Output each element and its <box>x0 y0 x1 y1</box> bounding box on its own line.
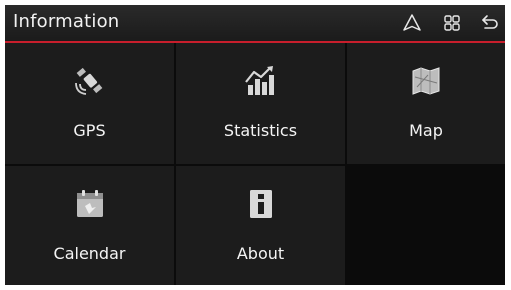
back-button[interactable] <box>479 12 501 34</box>
statistics-tile[interactable]: Statistics <box>176 43 345 164</box>
calendar-tile[interactable]: Calendar <box>5 166 174 285</box>
about-tile[interactable]: About <box>176 166 345 285</box>
menu-grid: GPS Statistics Map Calendar About <box>5 43 505 285</box>
map-icon <box>408 63 444 99</box>
page-title: Information <box>13 11 120 32</box>
satellite-icon <box>72 63 108 99</box>
info-icon <box>243 186 279 222</box>
statistics-chart-icon <box>243 63 279 99</box>
home-menu-button[interactable] <box>441 12 463 34</box>
back-icon <box>482 15 498 29</box>
map-label: Map <box>409 121 443 140</box>
statistics-label: Statistics <box>223 121 298 140</box>
infotainment-screen: Information GPS Statistics Map Calendar … <box>5 5 505 285</box>
calendar-label: Calendar <box>53 244 126 263</box>
gps-label: GPS <box>73 121 106 140</box>
about-label: About <box>236 244 285 263</box>
navigation-icon <box>403 14 421 31</box>
grid-menu-icon <box>444 15 460 31</box>
map-tile[interactable]: Map <box>347 43 505 164</box>
calendar-icon <box>72 186 108 222</box>
navigation-button[interactable] <box>401 12 423 34</box>
header-bar: Information <box>5 5 505 41</box>
gps-tile[interactable]: GPS <box>5 43 174 164</box>
